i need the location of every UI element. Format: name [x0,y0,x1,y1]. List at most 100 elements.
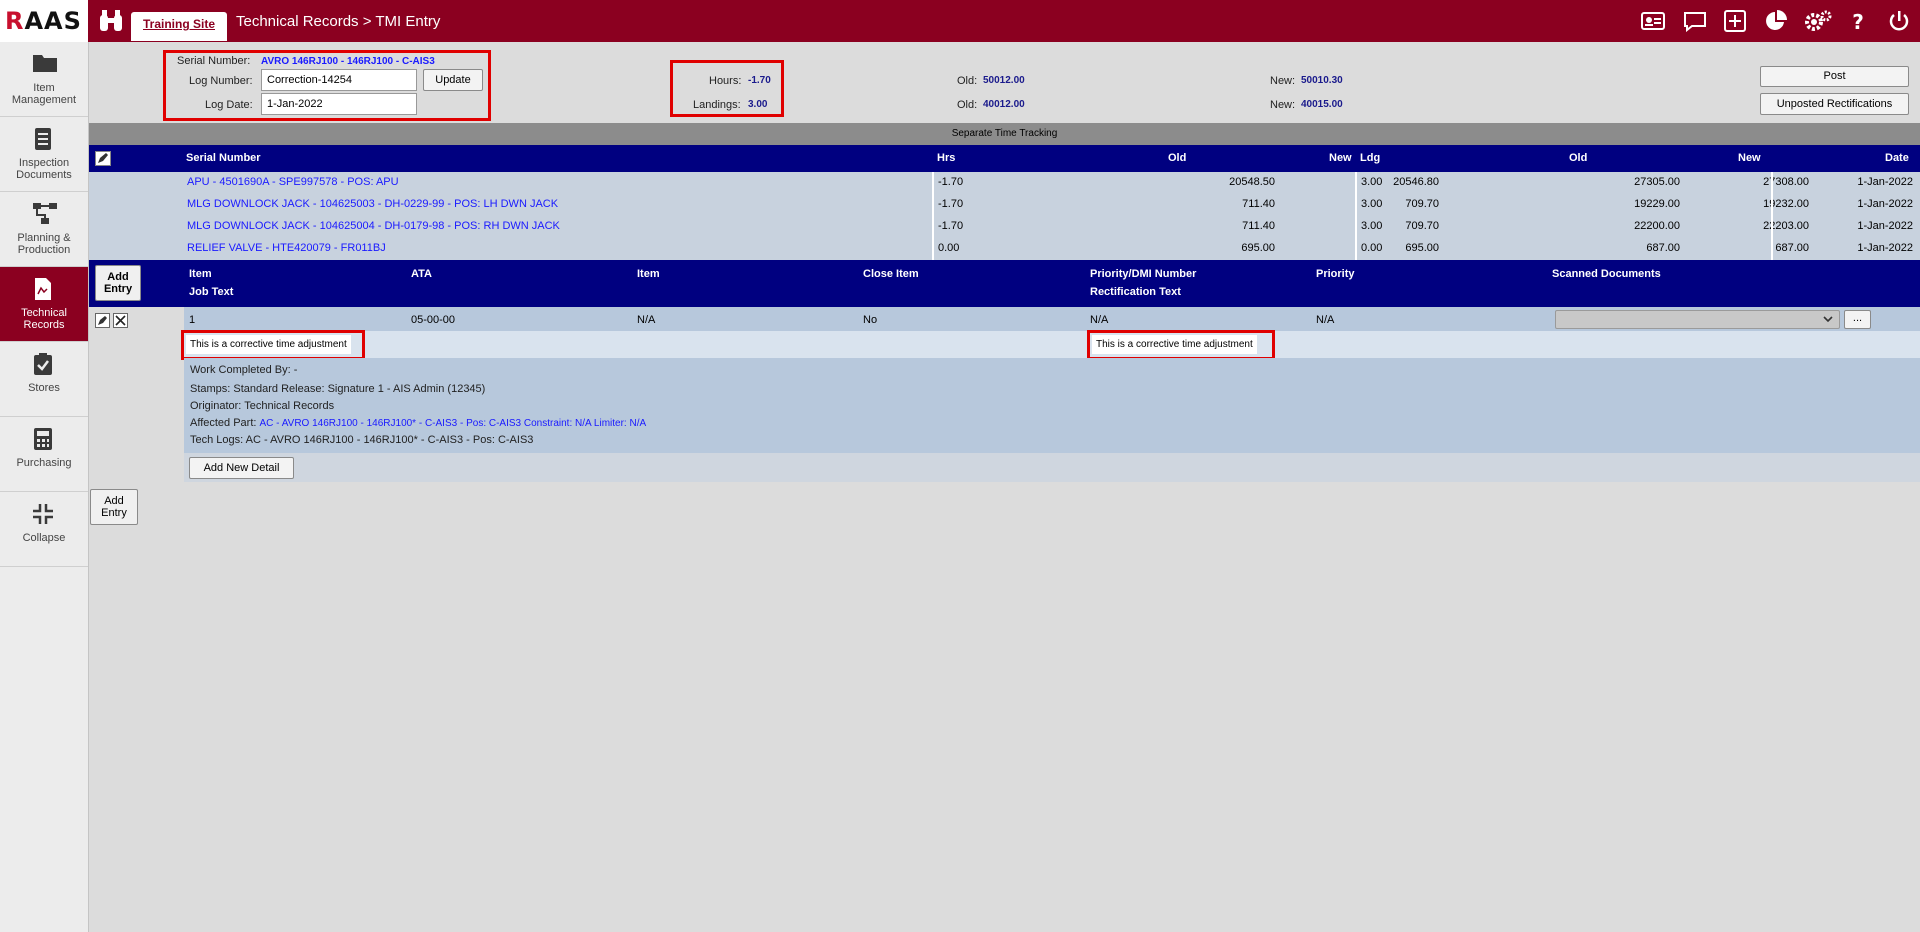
originator: Originator: Technical Records [190,400,335,412]
entry-item-2: N/A [637,314,656,326]
row-date: 1-Jan-2022 [1857,242,1913,254]
separate-time-tracking-title: Separate Time Tracking [89,123,1920,145]
sidebar: Item Management Inspection Documents Pla… [0,42,89,932]
training-site-tab[interactable]: Training Site [131,12,227,41]
new-landings-label: New: [1270,99,1296,111]
old-landings-label: Old: [957,99,978,111]
old-landings-value: 40012.00 [983,99,1025,110]
row-hrs: -1.70 [938,176,964,188]
edit-entry-icon[interactable] [95,313,110,328]
scanned-documents-select[interactable] [1555,310,1840,329]
column-divider [932,172,934,260]
row-new2: 19232.00 [1763,198,1809,210]
entries-table-header: Add Entry Item Job Text ATA Item Close I… [89,260,1920,307]
col-new: New [1329,152,1352,164]
help-icon[interactable]: ? [1846,10,1870,32]
clipboard-check-icon [34,353,52,375]
new-landings-value: 40015.00 [1301,99,1343,110]
pie-chart-icon[interactable] [1764,10,1788,32]
raas-logo[interactable]: RAAS [0,0,88,42]
col-job-text: Job Text [189,286,234,298]
entry-priority: N/A [1316,314,1335,326]
delete-entry-icon[interactable] [113,313,128,328]
add-entry-button[interactable]: Add Entry [95,265,141,301]
calculator-icon [34,428,52,450]
chat-icon[interactable] [1683,10,1707,32]
breadcrumb: Technical Records > TMI Entry [236,13,441,30]
add-new-detail-button[interactable]: Add New Detail [189,457,294,479]
collapse-icon [33,504,53,524]
scanned-documents-browse-button[interactable]: ... [1844,310,1871,329]
col-old: Old [1168,152,1187,164]
sidebar-item-technical-records[interactable]: Technical Records [0,267,88,342]
folder-icon [33,55,57,72]
flow-icon [33,203,57,224]
row-ldg: 3.00 [1361,176,1383,188]
row-new: 709.70 [1405,198,1439,210]
col-ata: ATA [411,268,432,280]
old-hours-label: Old: [957,75,978,87]
row-old: 711.40 [1242,198,1275,210]
post-button[interactable]: Post [1760,66,1909,87]
row-hrs: 0.00 [938,242,960,254]
tracking-table-header: Serial Number Hrs Old New Ldg Old New Da… [89,145,1920,172]
binoculars-icon[interactable] [98,9,124,33]
edit-icon[interactable] [95,151,111,166]
top-bar: RAAS Training Site Technical Records > T… [0,0,1920,42]
row-old: 695.00 [1241,242,1275,254]
svg-text:?: ? [1852,10,1864,32]
row-serial-link[interactable]: MLG DOWNLOCK JACK - 104625004 - DH-0179-… [187,220,560,232]
sidebar-item-item-management[interactable]: Item Management [0,42,88,117]
row-date: 1-Jan-2022 [1857,198,1913,210]
sidebar-item-purchasing[interactable]: Purchasing [0,417,88,492]
affected-part-link[interactable]: AC - AVRO 146RJ100 - 146RJ100* - C-AIS3 … [260,418,647,429]
unposted-rectifications-button[interactable]: Unposted Rectifications [1760,93,1909,115]
row-new: 20546.80 [1393,176,1439,188]
row-old2: 19229.00 [1634,198,1680,210]
entry-row: 1 05-00-00 N/A No N/A N/A ... [184,307,1920,331]
row-old2: 687.00 [1646,242,1680,254]
old-hours-value: 50012.00 [983,75,1025,86]
row-old2: 22200.00 [1634,220,1680,232]
work-completed-by: Work Completed By: - [190,364,298,376]
row-serial-link[interactable]: RELIEF VALVE - HTE420079 - FR011BJ [187,242,386,254]
col-priority-dmi: Priority/DMI Number [1090,268,1197,280]
job-text-row: This is a corrective time adjustment Thi… [184,331,1920,358]
entry-item: 1 [189,314,196,326]
row-ldg: 3.00 [1361,198,1383,210]
entry-detail: Work Completed By: - Stamps: Standard Re… [184,358,1920,453]
affected-part: Affected Part: AC - AVRO 146RJ100 - 146R… [190,417,646,429]
affected-part-label: Affected Part: [190,417,257,429]
stamps: Stamps: Standard Release: Signature 1 - … [190,383,486,395]
col-hrs: Hrs [937,152,956,164]
highlight-box-job-text [181,330,365,360]
row-serial-link[interactable]: MLG DOWNLOCK JACK - 104625003 - DH-0229-… [187,198,558,210]
col-ldg: Ldg [1360,152,1381,164]
new-hours-label: New: [1270,75,1296,87]
column-divider [1355,172,1357,260]
new-hours-value: 50010.30 [1301,75,1343,86]
sidebar-item-collapse[interactable]: Collapse [0,492,88,567]
tracking-table-body: APU - 4501690A - SPE997578 - POS: APU -1… [89,172,1920,260]
row-serial-link[interactable]: APU - 4501690A - SPE997578 - POS: APU [187,176,399,188]
col-rectification-text: Rectification Text [1090,286,1181,298]
row-ldg: 0.00 [1361,242,1383,254]
gears-icon[interactable] [1804,10,1832,32]
entry-priority-dmi: N/A [1090,314,1109,326]
power-icon[interactable] [1887,10,1911,32]
entry-close-item: No [863,314,878,326]
table-row: MLG DOWNLOCK JACK - 104625003 - DH-0229-… [89,194,1920,216]
column-divider [1771,172,1773,260]
id-card-icon[interactable] [1641,10,1665,32]
col-serial-number: Serial Number [186,152,261,164]
sidebar-item-planning-production[interactable]: Planning & Production [0,192,88,267]
sidebar-item-stores[interactable]: Stores [0,342,88,417]
table-row: APU - 4501690A - SPE997578 - POS: APU -1… [89,172,1920,194]
row-ldg: 3.00 [1361,220,1383,232]
col-item-2: Item [637,268,660,280]
row-new2: 27308.00 [1763,176,1809,188]
plus-square-icon[interactable] [1723,10,1747,32]
col-priority: Priority [1316,268,1355,280]
add-entry-button-bottom[interactable]: Add Entry [90,489,138,525]
sidebar-item-inspection-documents[interactable]: Inspection Documents [0,117,88,192]
